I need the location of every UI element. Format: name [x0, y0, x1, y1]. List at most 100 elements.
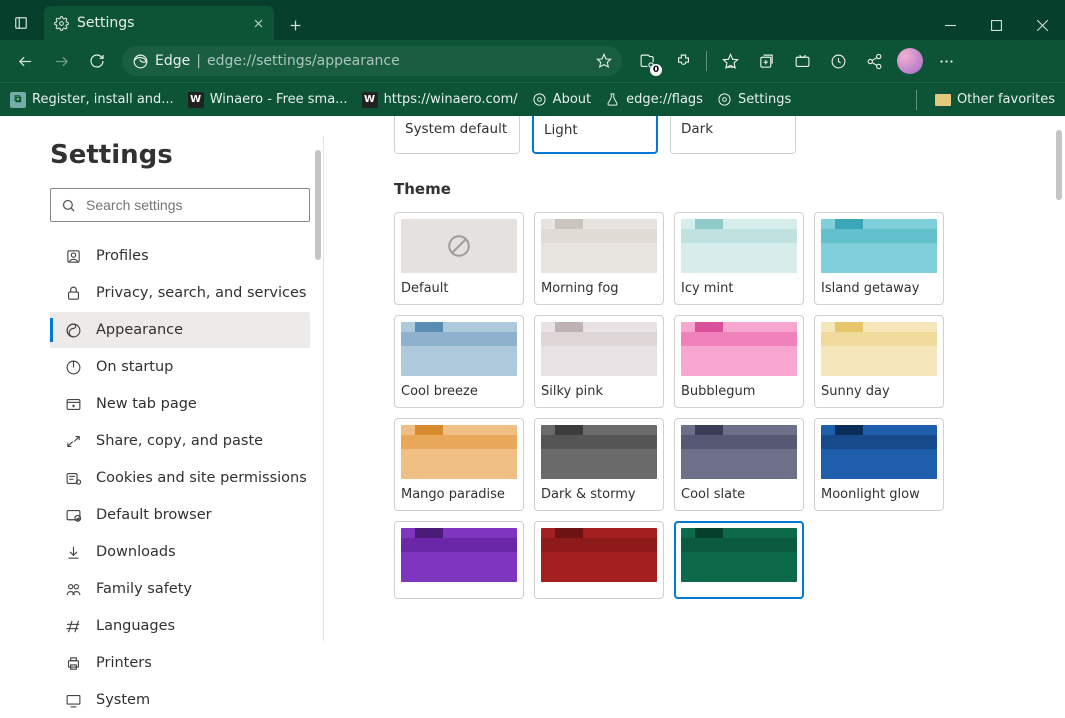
theme-option[interactable]: Island getaway: [814, 212, 944, 305]
bookmark-item[interactable]: edge://flags: [605, 92, 703, 107]
nav-icon: [64, 359, 82, 376]
nav-label: Languages: [96, 618, 175, 634]
theme-option[interactable]: Moonlight glow: [814, 418, 944, 511]
theme-option[interactable]: [394, 521, 524, 599]
theme-option[interactable]: Morning fog: [534, 212, 664, 305]
extensions-button[interactable]: [666, 44, 700, 78]
bookmark-label: About: [553, 92, 591, 107]
theme-option[interactable]: Silky pink: [534, 315, 664, 408]
titlebar: Settings: [0, 0, 1065, 40]
share-button[interactable]: [857, 44, 891, 78]
sidebar-item-profiles[interactable]: Profiles: [50, 238, 310, 274]
close-window-button[interactable]: [1019, 10, 1065, 40]
nav-icon: [64, 618, 82, 635]
color-mode-option[interactable]: Dark: [670, 116, 796, 154]
favicon-icon: W: [188, 92, 204, 108]
profile-avatar[interactable]: [893, 44, 927, 78]
nav-icon: [64, 581, 82, 598]
color-mode-option[interactable]: System default: [394, 116, 520, 154]
sidebar-item-default-browser[interactable]: Default browser: [50, 497, 310, 533]
sidebar-scrollbar[interactable]: [315, 150, 321, 260]
nav-icon: [64, 322, 82, 339]
theme-swatch: [401, 219, 517, 273]
bookmark-item[interactable]: About: [532, 92, 591, 107]
theme-label: Silky pink: [541, 384, 657, 399]
bookmarks-bar: ⧉Register, install and... WWinaero - Fre…: [0, 82, 1065, 116]
collections-button[interactable]: [749, 44, 783, 78]
address-app-label: Edge: [155, 53, 190, 69]
search-input-wrapper[interactable]: [50, 188, 310, 222]
nav-label: Cookies and site permissions: [96, 470, 307, 486]
theme-option[interactable]: Icy mint: [674, 212, 804, 305]
theme-option[interactable]: Dark & stormy: [534, 418, 664, 511]
theme-label: Default: [401, 281, 517, 296]
bookmark-item[interactable]: Settings: [717, 92, 791, 107]
main-scrollbar-thumb[interactable]: [1056, 130, 1062, 200]
forward-button[interactable]: [44, 44, 78, 78]
browser-tab-active[interactable]: Settings: [44, 6, 274, 40]
maximize-button[interactable]: [973, 10, 1019, 40]
bookmark-item[interactable]: WWinaero - Free sma...: [188, 92, 348, 108]
theme-option[interactable]: Sunny day: [814, 315, 944, 408]
mode-label: System default: [405, 121, 507, 137]
new-tab-button[interactable]: [280, 10, 310, 40]
theme-option[interactable]: [674, 521, 804, 599]
sidebar-item-system[interactable]: System: [50, 682, 310, 718]
sidebar-item-new-tab-page[interactable]: New tab page: [50, 386, 310, 422]
refresh-button[interactable]: [80, 44, 114, 78]
sidebar-item-family-safety[interactable]: Family safety: [50, 571, 310, 607]
more-button[interactable]: [929, 44, 963, 78]
gear-icon: [532, 92, 547, 107]
close-tab-icon[interactable]: [253, 18, 264, 29]
sidebar-item-cookies-and-site-permissions[interactable]: Cookies and site permissions: [50, 460, 310, 496]
theme-swatch: [401, 322, 517, 376]
nav-label: Privacy, search, and services: [96, 285, 306, 301]
address-bar[interactable]: Edge | edge://settings/appearance: [122, 46, 622, 76]
theme-label: Moonlight glow: [821, 487, 937, 502]
sidebar-item-printers[interactable]: Printers: [50, 645, 310, 681]
theme-option[interactable]: Cool breeze: [394, 315, 524, 408]
back-button[interactable]: [8, 44, 42, 78]
nav-label: Printers: [96, 655, 152, 671]
sidebar-item-privacy-search-and-services[interactable]: Privacy, search, and services: [50, 275, 310, 311]
address-url: edge://settings/appearance: [207, 53, 400, 69]
main-scroll-area[interactable]: [1051, 116, 1065, 641]
favorites-button[interactable]: [713, 44, 747, 78]
settings-main-pane: System default Light Dark Theme Default Mor…: [324, 116, 1065, 641]
folder-icon: [935, 94, 951, 106]
mode-label: Light: [544, 122, 578, 138]
theme-heading: Theme: [394, 180, 1065, 198]
sidebar-item-downloads[interactable]: Downloads: [50, 534, 310, 570]
sidebar-item-on-startup[interactable]: On startup: [50, 349, 310, 385]
theme-option[interactable]: Default: [394, 212, 524, 305]
other-favorites-button[interactable]: Other favorites: [935, 92, 1055, 107]
browser-toolbar: Edge | edge://settings/appearance 0: [0, 40, 1065, 82]
shopping-button[interactable]: 0: [630, 44, 664, 78]
sidebar-item-share-copy-and-paste[interactable]: Share, copy, and paste: [50, 423, 310, 459]
theme-option[interactable]: Bubblegum: [674, 315, 804, 408]
toolbar-divider: [706, 51, 707, 71]
search-input[interactable]: [86, 197, 299, 213]
theme-label: Mango paradise: [401, 487, 517, 502]
color-mode-option[interactable]: Light: [532, 116, 658, 154]
settings-content: Settings ProfilesPrivacy, search, and se…: [0, 116, 1065, 641]
theme-swatch: [541, 425, 657, 479]
nav-icon: [64, 655, 82, 672]
flask-icon: [605, 92, 620, 107]
nav-label: Share, copy, and paste: [96, 433, 263, 449]
bookmark-item[interactable]: ⧉Register, install and...: [10, 92, 174, 108]
nav-label: Profiles: [96, 248, 149, 264]
tab-actions-button[interactable]: [4, 6, 38, 40]
theme-option[interactable]: Mango paradise: [394, 418, 524, 511]
theme-option[interactable]: [534, 521, 664, 599]
favorite-star-icon[interactable]: [596, 53, 612, 69]
theme-swatch: [821, 322, 937, 376]
bookmark-item[interactable]: Whttps://winaero.com/: [362, 92, 518, 108]
history-button[interactable]: [821, 44, 855, 78]
minimize-button[interactable]: [927, 10, 973, 40]
sidebar-item-languages[interactable]: Languages: [50, 608, 310, 644]
screenshot-button[interactable]: [785, 44, 819, 78]
theme-option[interactable]: Cool slate: [674, 418, 804, 511]
sidebar-item-appearance[interactable]: Appearance: [50, 312, 310, 348]
badge-count: 0: [650, 64, 662, 76]
